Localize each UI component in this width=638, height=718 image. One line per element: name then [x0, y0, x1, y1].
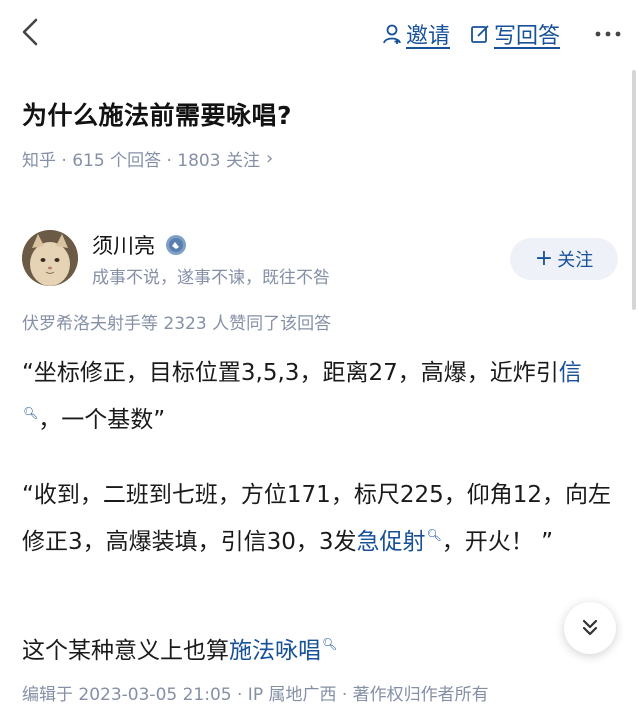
collapse-button[interactable]: [564, 602, 616, 654]
search-icon: 🔍︎: [322, 637, 338, 651]
question-meta-text: 知乎 · 615 个回答 · 1803 关注: [22, 151, 260, 171]
person-icon: [383, 24, 401, 44]
double-chevron-down-icon: [582, 619, 598, 636]
search-link-text: 信: [558, 360, 582, 386]
search-link-rapid-fire[interactable]: 急促射🔍︎: [356, 528, 442, 555]
top-bar: 邀请 写回答: [0, 0, 638, 66]
avatar[interactable]: [22, 230, 78, 286]
back-button[interactable]: [18, 16, 46, 48]
follow-label: 关注: [557, 250, 594, 271]
voters-summary[interactable]: 伏罗希洛夫射手等 2323 人赞同了该回答: [22, 309, 331, 334]
paragraph-tail: ，一个基数”: [38, 407, 166, 433]
question-title[interactable]: 为什么施法前需要咏唱?: [22, 96, 292, 132]
paragraph-tail: ，开火！ ”: [441, 529, 554, 555]
verified-badge-icon: [165, 234, 187, 256]
chevron-left-icon: [22, 18, 38, 46]
search-link-text: 施法咏唱: [229, 638, 321, 664]
invite-button[interactable]: 邀请: [382, 18, 450, 50]
answer-paragraph-1: “坐标修正，目标位置3,5,3，距离27，高爆，近炸引信 🔍︎，一个基数”: [22, 353, 618, 440]
answer-page: 邀请 写回答 为什么施法前需要咏唱? 知乎 · 615 个回答 · 1803 关…: [0, 0, 638, 718]
search-icon: 🔍︎: [23, 406, 39, 420]
write-answer-label: 写回答: [493, 24, 560, 49]
author-bio: 成事不说，遂事不谏，既往不咎: [92, 268, 330, 288]
author-name-text: 须川亮: [92, 234, 155, 258]
edit-icon: [471, 25, 489, 43]
paragraph-text: 这个某种意义上也算: [22, 638, 229, 664]
author-name[interactable]: 须川亮: [92, 230, 187, 260]
search-link-text: 急促射: [356, 529, 426, 555]
cat-avatar-icon: [22, 230, 78, 286]
chevron-right-icon: ›: [265, 148, 274, 169]
more-button[interactable]: [592, 22, 624, 46]
plus-icon: +: [534, 246, 554, 271]
search-icon: 🔍︎: [426, 528, 442, 542]
question-meta[interactable]: 知乎 · 615 个回答 · 1803 关注 ›: [22, 146, 273, 171]
write-answer-button[interactable]: 写回答: [470, 18, 560, 50]
answer-paragraph-3: 这个某种意义上也算施法咏唱🔍︎: [22, 624, 618, 671]
answer-paragraph-2: “收到，二班到七班，方位171，标尺225，仰角12，向左修正3，高爆装填，引信…: [22, 475, 618, 562]
follow-button[interactable]: + 关注: [510, 238, 618, 280]
paragraph-text: “坐标修正，目标位置3,5,3，距离27，高爆，近炸引: [22, 360, 559, 386]
search-link-chant[interactable]: 施法咏唱🔍︎: [229, 637, 338, 664]
top-actions: 邀请 写回答: [382, 18, 624, 50]
more-dots-icon: [595, 31, 621, 37]
invite-label: 邀请: [405, 24, 450, 49]
scrollbar[interactable]: [632, 70, 636, 310]
edited-info: 编辑于 2023-03-05 21:05 · IP 属地广西 · 著作权归作者所…: [22, 685, 489, 705]
